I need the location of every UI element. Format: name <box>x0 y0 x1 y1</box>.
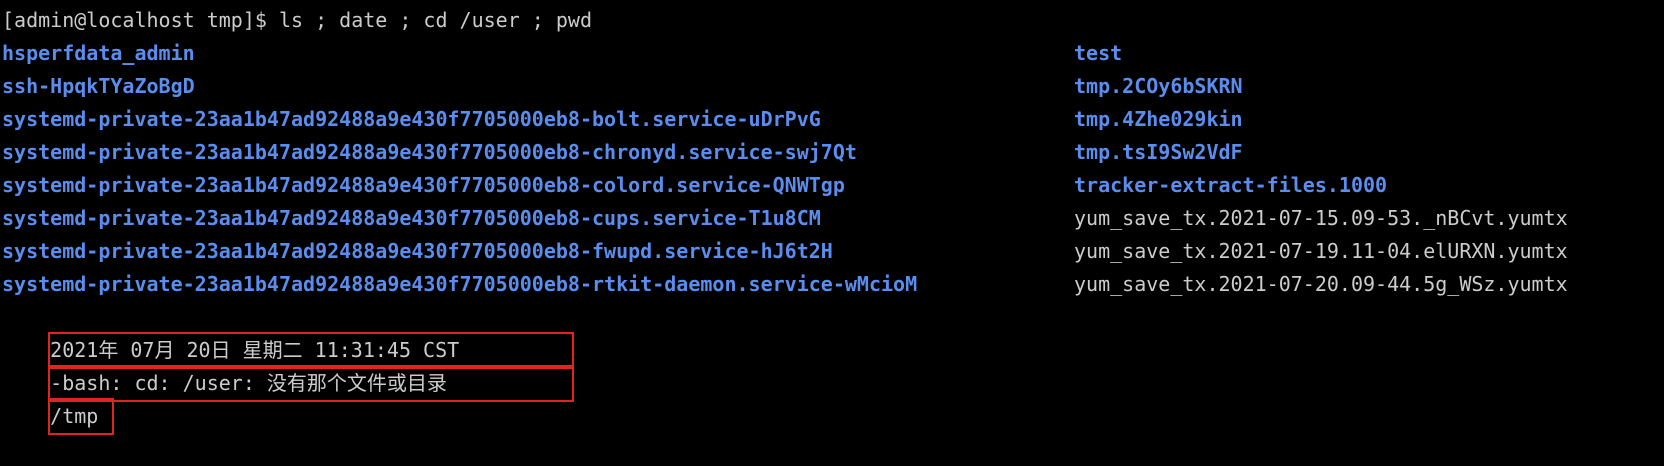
ls-entry-directory: hsperfdata_admin <box>2 41 195 65</box>
pwd-output-line: /tmp <box>2 367 1664 435</box>
ls-entry-directory: systemd-private-23aa1b47ad92488a9e430f77… <box>2 107 821 131</box>
ls-entry-file: yum_save_tx.2021-07-19.11-04.elURXN.yumt… <box>1074 239 1568 263</box>
ls-entry-directory: ssh-HpqkTYaZoBgD <box>2 74 195 98</box>
ls-output-row: systemd-private-23aa1b47ad92488a9e430f77… <box>2 235 1664 268</box>
ls-entry-directory: systemd-private-23aa1b47ad92488a9e430f77… <box>2 140 857 164</box>
ls-output-row: systemd-private-23aa1b47ad92488a9e430f77… <box>2 136 1664 169</box>
command-prompt-line: [admin@localhost tmp]$ ls ; date ; cd /u… <box>2 8 593 32</box>
ls-entry-directory: tracker-extract-files.1000 <box>1074 173 1388 197</box>
ls-entry-directory: systemd-private-23aa1b47ad92488a9e430f77… <box>2 173 845 197</box>
terminal-window[interactable]: [admin@localhost tmp]$ ls ; date ; cd /u… <box>0 0 1664 435</box>
date-output-line: 2021年 07月 20日 星期二 11:31:45 CST <box>2 301 1664 369</box>
ls-entry-directory: systemd-private-23aa1b47ad92488a9e430f77… <box>2 239 833 263</box>
ls-output-row: systemd-private-23aa1b47ad92488a9e430f77… <box>2 268 1664 301</box>
ls-entry-file: yum_save_tx.2021-07-15.09-53._nBCvt.yumt… <box>1074 206 1568 230</box>
ls-output-row: systemd-private-23aa1b47ad92488a9e430f77… <box>2 103 1664 136</box>
pwd-output-highlight: /tmp <box>48 398 115 435</box>
ls-entry-directory: test <box>1074 41 1123 65</box>
ls-entry-directory: tmp.tsI9Sw2VdF <box>1074 140 1243 164</box>
ls-output-row: systemd-private-23aa1b47ad92488a9e430f77… <box>2 202 1664 235</box>
ls-output-row: ssh-HpqkTYaZoBgD tmp.2COy6bSKRN <box>2 70 1664 103</box>
ls-entry-directory: tmp.2COy6bSKRN <box>1074 74 1243 98</box>
ls-entry-directory: systemd-private-23aa1b47ad92488a9e430f77… <box>2 206 821 230</box>
ls-entry-directory: systemd-private-23aa1b47ad92488a9e430f77… <box>2 272 918 296</box>
ls-output-row: systemd-private-23aa1b47ad92488a9e430f77… <box>2 169 1664 202</box>
ls-entry-file: yum_save_tx.2021-07-20.09-44.5g_WSz.yumt… <box>1074 272 1568 296</box>
ls-output-row: hsperfdata_admin test <box>2 37 1664 70</box>
ls-entry-directory: tmp.4Zhe029kin <box>1074 107 1243 131</box>
cd-error-line: -bash: cd: /user: 没有那个文件或目录 <box>2 334 1664 402</box>
